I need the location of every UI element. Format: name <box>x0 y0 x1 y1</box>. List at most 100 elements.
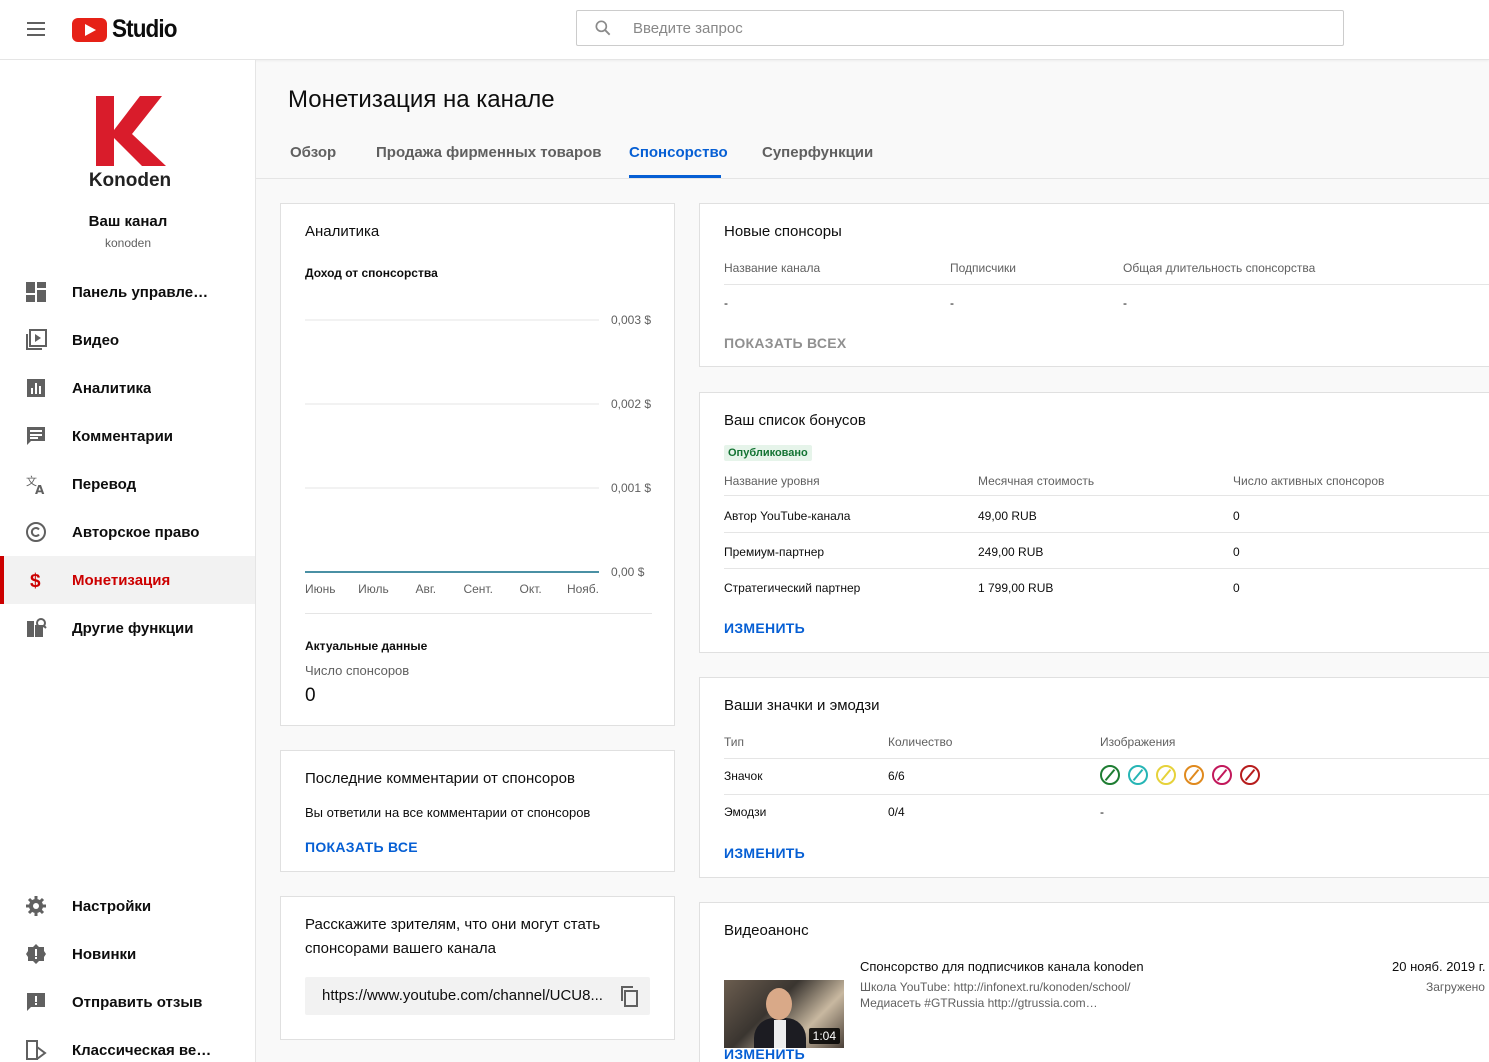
y-tick-label: 0,003 $ <box>611 313 651 327</box>
sidebar-item-comments[interactable]: Комментарии <box>0 412 255 460</box>
badges-emoji-card: Ваши значки и эмодзи Тип Количество Изоб… <box>699 677 1489 878</box>
sidebar-item-dashboard[interactable]: Панель управлен… <box>0 268 255 316</box>
member-badge-icon <box>1100 765 1120 785</box>
sidebar-item-video[interactable]: Видео <box>0 316 255 364</box>
search-input[interactable] <box>633 11 1323 45</box>
table-cell: 0 <box>1233 509 1240 523</box>
edit-perks-link[interactable]: ИЗМЕНИТЬ <box>724 620 805 636</box>
other-features-icon <box>24 616 48 640</box>
sidebar-item-label: Перевод <box>72 475 137 493</box>
member-badge-icon <box>1184 765 1204 785</box>
sidebar-item-other-features[interactable]: Другие функции <box>0 604 255 652</box>
channel-name: Ваш канал <box>88 213 168 230</box>
sidebar-item-translate[interactable]: 文A Перевод <box>0 460 255 508</box>
sidebar-item-classic[interactable]: Классическая верси… <box>0 1026 255 1062</box>
edit-badges-link[interactable]: ИЗМЕНИТЬ <box>724 845 805 861</box>
analytics-icon <box>24 376 48 400</box>
new-sponsors-title: Новые спонсоры <box>724 223 842 240</box>
sidebar-item-label: Новинки <box>72 945 137 963</box>
table-cell: - <box>724 296 728 310</box>
sidebar-item-label: Авторское право <box>72 523 200 541</box>
logo-text: Studio <box>112 15 177 43</box>
table-cell: Автор YouTube-канала <box>724 509 851 523</box>
video-status: Загружено <box>1426 980 1485 994</box>
sidebar-item-settings[interactable]: Настройки <box>0 882 255 930</box>
sidebar-item-copyright[interactable]: Авторское право <box>0 508 255 556</box>
realtime-title: Актуальные данные <box>305 639 428 653</box>
channel-avatar[interactable]: Konoden <box>88 92 172 192</box>
share-card: Расскажите зрителям, что они могут стать… <box>280 896 675 1040</box>
sidebar-item-feedback[interactable]: Отправить отзыв <box>0 978 255 1026</box>
divider <box>724 758 1489 759</box>
divider <box>724 495 1489 496</box>
table-cell: - <box>950 296 954 310</box>
tab-super-features[interactable]: Суперфункции <box>762 144 873 161</box>
sidebar-item-label: Монетизация <box>72 571 171 589</box>
classic-icon <box>24 1038 48 1062</box>
sidebar-item-label: Видео <box>72 331 120 349</box>
tab-merch[interactable]: Продажа фирменных товаров <box>376 144 602 161</box>
new-sponsors-card: Новые спонсоры Название канала Подписчик… <box>699 203 1489 367</box>
sidebar-item-whats-new[interactable]: Новинки <box>0 930 255 978</box>
share-title-line1: Расскажите зрителям, что они могут стать <box>305 916 601 933</box>
column-header: Общая длительность спонсорства <box>1123 261 1316 275</box>
member-badge-icon <box>1212 765 1232 785</box>
table-cell: - <box>1123 296 1127 310</box>
sidebar-item-analytics[interactable]: Аналитика <box>0 364 255 412</box>
channel-url-box[interactable]: https://www.youtube.com/channel/UCU8... <box>305 977 650 1015</box>
copy-icon[interactable] <box>618 985 640 1007</box>
feedback-icon <box>24 990 48 1014</box>
table-cell: Премиум-партнер <box>724 545 825 559</box>
comments-text: Вы ответили на все комментарии от спонсо… <box>305 805 591 820</box>
thumbnail-person-face <box>766 988 792 1020</box>
table-cell: Эмодзи <box>724 805 767 819</box>
video-duration: 1:04 <box>808 1028 840 1044</box>
perks-title: Ваш список бонусов <box>724 412 866 429</box>
badge-slash <box>1160 768 1172 782</box>
tab-overview[interactable]: Обзор <box>290 144 336 161</box>
x-tick-label: Нояб. <box>567 582 599 596</box>
edit-promo-link[interactable]: ИЗМЕНИТЬ <box>724 1046 805 1062</box>
column-header: Название канала <box>724 261 821 275</box>
y-tick-label: 0,00 $ <box>611 565 645 579</box>
y-tick-label: 0,002 $ <box>611 397 651 411</box>
x-tick-label: Авг. <box>415 582 436 596</box>
tab-bar: Обзор Продажа фирменных товаров Спонсорс… <box>256 132 1489 179</box>
table-cell: 0 <box>1233 581 1240 595</box>
studio-logo[interactable]: Studio <box>72 15 184 44</box>
sidebar-item-label: Комментарии <box>72 427 174 445</box>
channel-url[interactable]: https://www.youtube.com/channel/UCU8... <box>322 987 612 1004</box>
sidebar-item-label: Другие функции <box>72 619 194 637</box>
show-all-comments-link[interactable]: ПОКАЗАТЬ ВСЕ <box>305 839 418 855</box>
show-all-sponsors-link[interactable]: ПОКАЗАТЬ ВСЕХ <box>724 335 847 351</box>
tab-sponsorship[interactable]: Спонсорство <box>629 144 728 161</box>
column-header: Название уровня <box>724 474 820 488</box>
sidebar-item-label: Настройки <box>72 897 152 915</box>
x-tick-label: Окт. <box>519 582 541 596</box>
sidebar-item-monetization[interactable]: $ Монетизация <box>0 556 255 604</box>
member-badge-icon <box>1128 765 1148 785</box>
youtube-play-icon <box>72 17 107 42</box>
table-cell: 6/6 <box>888 769 905 783</box>
sponsors-value: 0 <box>305 685 316 706</box>
x-tick-label: Июнь <box>305 582 336 596</box>
sponsor-comments-card: Последние комментарии от спонсоров Вы от… <box>280 750 675 872</box>
translate-icon: 文A <box>24 472 48 496</box>
badge-slash <box>1216 768 1228 782</box>
badges-title: Ваши значки и эмодзи <box>724 697 880 714</box>
svg-text:Konoden: Konoden <box>89 170 171 191</box>
member-badge-icon <box>1156 765 1176 785</box>
status-badge: Опубликовано <box>724 445 812 461</box>
menu-icon[interactable] <box>24 18 48 42</box>
table-cell: 249,00 RUB <box>978 545 1044 559</box>
badge-slash <box>1104 768 1116 782</box>
video-thumbnail[interactable]: 1:04 <box>724 980 844 1048</box>
x-tick-label: Июль <box>358 582 389 596</box>
svg-text:$: $ <box>30 571 41 591</box>
column-header: Тип <box>724 735 745 749</box>
video-title[interactable]: Спонсорство для подписчиков канала konod… <box>860 959 1144 974</box>
top-bar: Studio <box>0 0 1489 60</box>
divider <box>724 532 1489 533</box>
column-header: Изображения <box>1100 735 1176 749</box>
search-box[interactable] <box>576 10 1344 46</box>
